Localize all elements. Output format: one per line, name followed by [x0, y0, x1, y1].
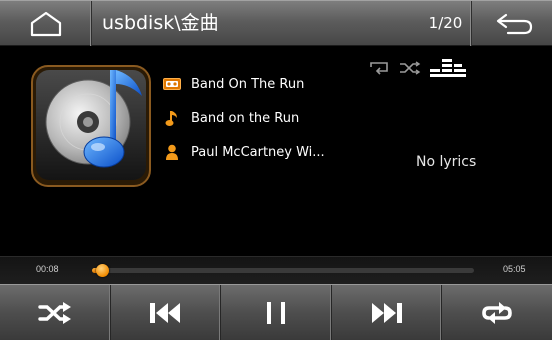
title-row: Band on the Run: [162, 108, 299, 128]
play-mode-indicators: [368, 56, 475, 80]
home-icon: [30, 11, 61, 36]
next-track-button[interactable]: [332, 285, 443, 340]
total-time: 05:05: [503, 264, 526, 274]
folder-path-title: usbdisk\金曲: [102, 12, 219, 34]
progress-knob[interactable]: [95, 264, 109, 277]
pause-icon: [266, 301, 285, 324]
back-button[interactable]: [476, 1, 552, 46]
artist-row: Paul McCartney Wi...: [162, 142, 325, 162]
current-time: 00:08: [36, 264, 59, 274]
pause-button[interactable]: [221, 285, 332, 340]
music-disc-icon: [31, 65, 151, 187]
song-title: Band on the Run: [191, 110, 300, 126]
lyrics-status: No lyrics: [416, 154, 477, 170]
album-art: [30, 62, 154, 192]
shuffle-mode-icon[interactable]: [399, 61, 421, 75]
shuffle-button[interactable]: [0, 285, 111, 340]
artist-name: Paul McCartney Wi...: [191, 144, 325, 160]
equalizer-icon[interactable]: [430, 58, 466, 78]
next-track-icon: [371, 302, 402, 323]
shuffle-icon: [38, 301, 71, 324]
album-name: Band On The Run: [191, 76, 305, 92]
artist-icon: [162, 144, 182, 160]
progress-slider[interactable]: [92, 264, 474, 277]
repeat-button[interactable]: [442, 285, 552, 340]
note-icon: [162, 110, 182, 126]
album-icon: [162, 76, 182, 92]
back-arrow-icon: [496, 13, 533, 34]
previous-track-button[interactable]: [111, 285, 222, 340]
repeat-mode-icon[interactable]: [368, 61, 390, 75]
progress-area: 00:08 05:05: [0, 256, 552, 284]
track-counter: 1/20: [420, 1, 472, 46]
home-button[interactable]: [0, 1, 92, 46]
album-row: Band On The Run: [162, 74, 304, 94]
title-bar: usbdisk\金曲 1/20: [0, 0, 552, 46]
repeat-icon: [482, 301, 512, 324]
previous-track-icon: [150, 302, 181, 323]
playback-controls: [0, 284, 552, 340]
